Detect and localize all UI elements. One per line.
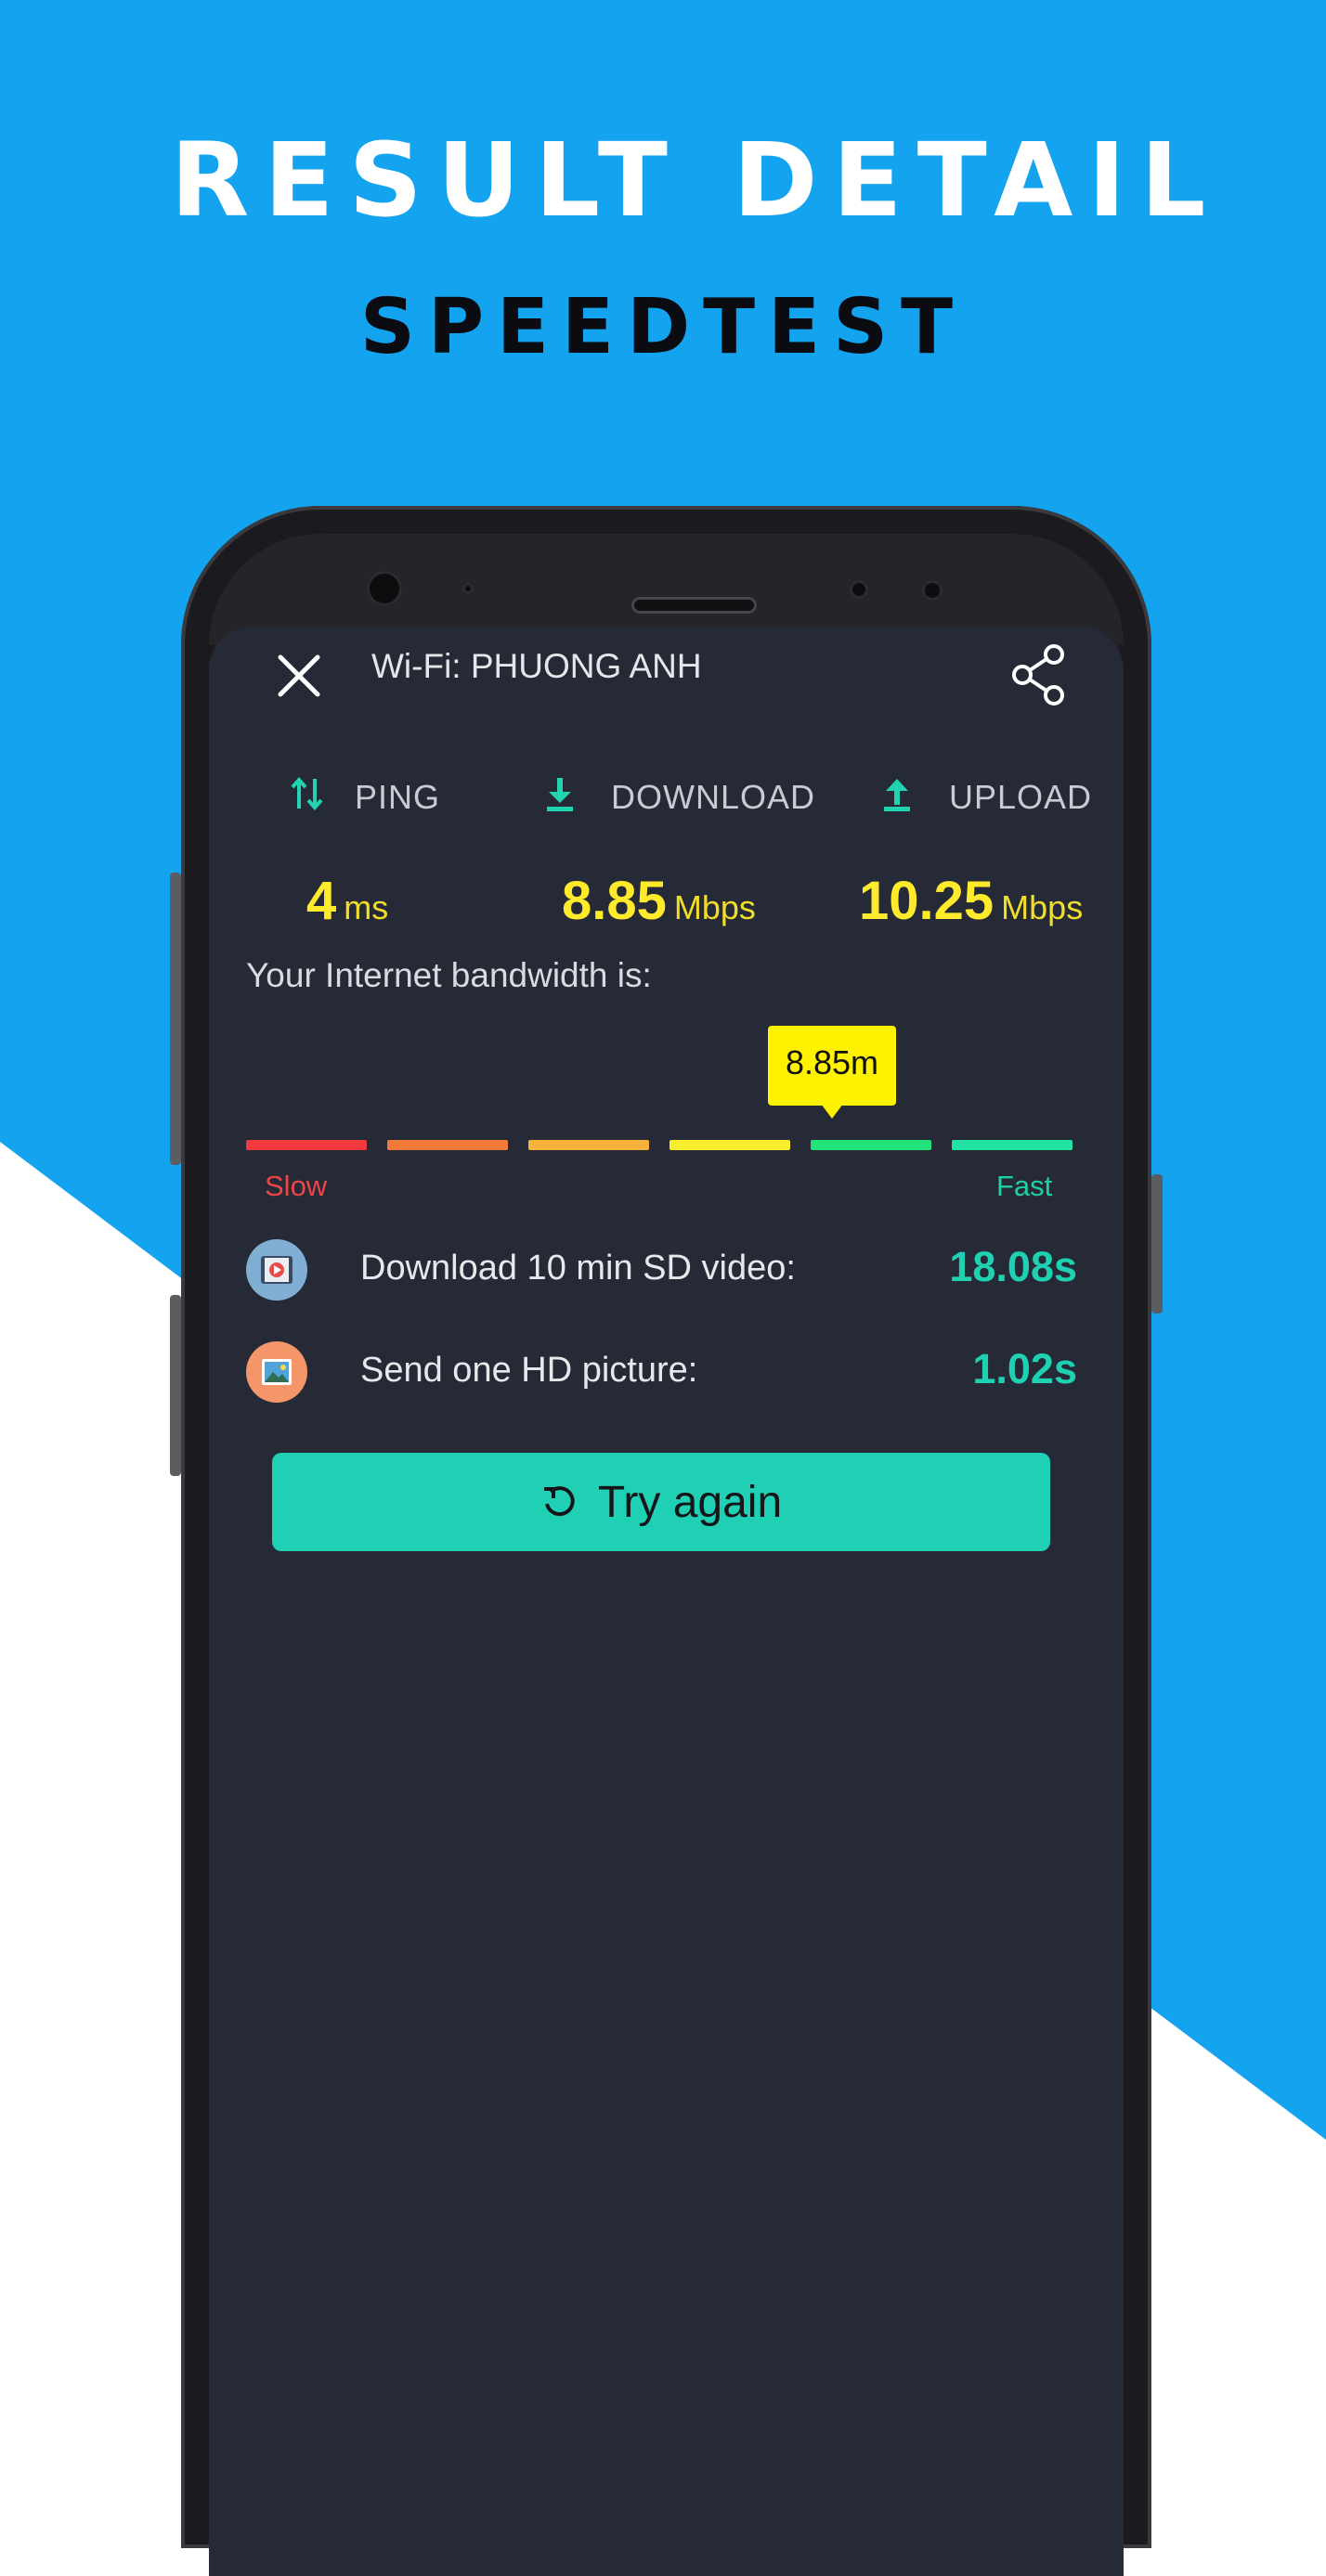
refresh-icon: [543, 1486, 575, 1517]
video-estimate-value: 18.08s: [949, 1243, 1077, 1290]
download-value: 8.85: [562, 871, 667, 931]
wifi-network-name: Wi-Fi: PHUONG ANH: [371, 647, 702, 685]
scale-segment-6: [952, 1140, 1072, 1150]
scale-segment-3: [528, 1140, 649, 1150]
promo-title: RESULT DETAIL: [170, 121, 1221, 239]
scale-segment-2: [387, 1140, 508, 1150]
bixby-button: [170, 1295, 181, 1476]
ping-value: 4: [306, 871, 337, 931]
proximity-sensor-icon: [922, 580, 942, 601]
scale-segment-4: [670, 1140, 790, 1150]
download-icon: [547, 778, 573, 811]
picture-estimate-value: 1.02s: [972, 1345, 1077, 1392]
try-again-label: Try again: [597, 1477, 783, 1527]
bandwidth-indicator: 8.85m: [768, 1026, 896, 1119]
picture-icon: [246, 1341, 307, 1403]
bandwidth-label: Your Internet bandwidth is:: [246, 956, 652, 994]
scale-segment-1: [246, 1140, 367, 1150]
ping-label: PING: [355, 778, 441, 816]
fast-label: Fast: [996, 1170, 1053, 1202]
share-icon[interactable]: [1009, 643, 1069, 706]
video-estimate-label: Download 10 min SD video:: [360, 1249, 796, 1288]
app-screen: Wi-Fi: PHUONG ANH PING DOWNLOAD UPLOAD 4…: [209, 627, 1124, 2576]
ping-unit: ms: [344, 888, 389, 926]
picture-estimate-label: Send one HD picture:: [360, 1351, 698, 1390]
upload-result: 10.25 Mbps: [859, 870, 1083, 932]
ping-result: 4 ms: [306, 870, 388, 932]
upload-value: 10.25: [859, 871, 994, 931]
download-unit: Mbps: [673, 888, 756, 926]
power-button: [1151, 1174, 1163, 1314]
ping-arrows-icon: [291, 776, 323, 811]
upload-unit: Mbps: [1001, 888, 1084, 926]
promo-subtitle: SPEEDTEST: [359, 283, 967, 371]
try-again-button[interactable]: Try again: [272, 1453, 1050, 1551]
iris-sensor-icon: [850, 580, 868, 599]
scale-segment-5: [811, 1140, 931, 1150]
slow-label: Slow: [265, 1170, 328, 1202]
volume-button: [170, 873, 181, 1165]
upload-label: UPLOAD: [949, 778, 1093, 816]
upload-icon: [884, 779, 910, 811]
phone-frame: Wi-Fi: PHUONG ANH PING DOWNLOAD UPLOAD 4…: [170, 506, 1163, 2576]
close-icon[interactable]: [276, 653, 322, 699]
download-label: DOWNLOAD: [611, 778, 816, 816]
video-icon: [246, 1239, 307, 1301]
sensor-icon: [462, 583, 474, 594]
front-camera-icon: [367, 571, 402, 606]
download-result: 8.85 Mbps: [562, 870, 756, 932]
earpiece-speaker: [631, 597, 757, 614]
